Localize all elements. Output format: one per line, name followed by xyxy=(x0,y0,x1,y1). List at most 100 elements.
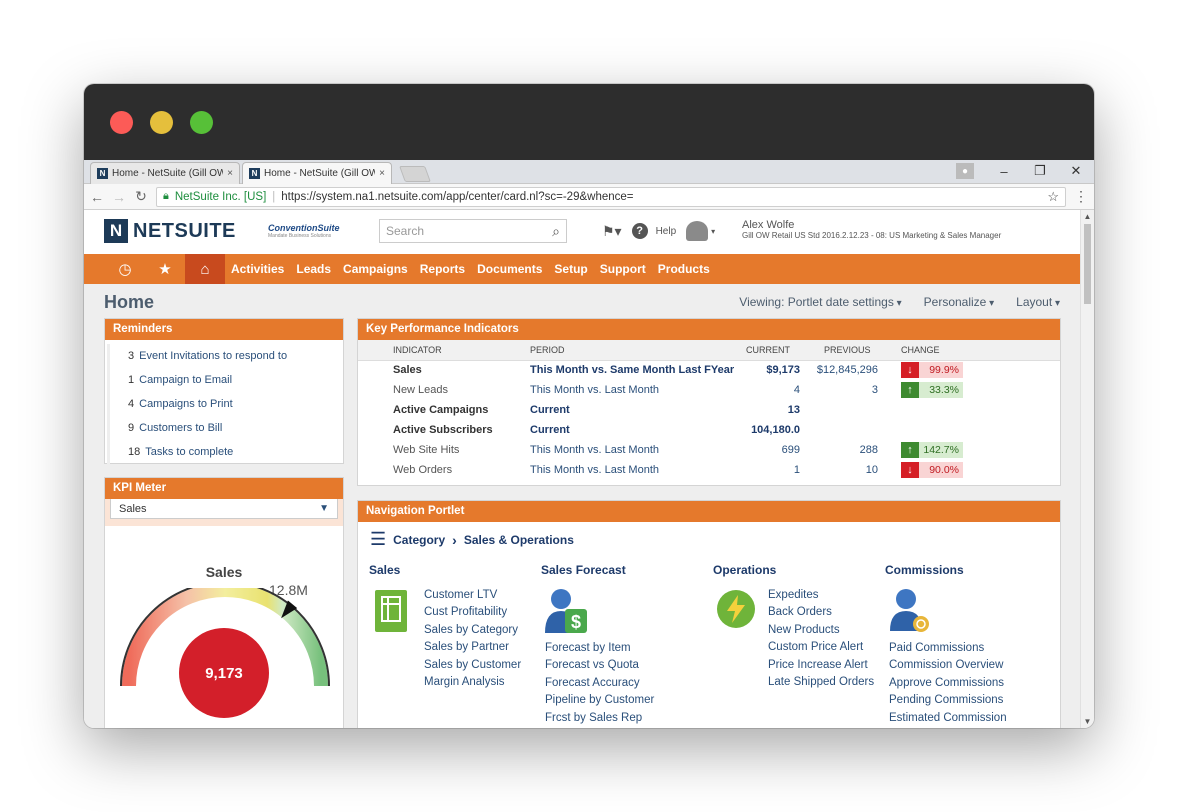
user-menu[interactable]: ▾ xyxy=(686,221,715,241)
nav-link[interactable]: Expedites xyxy=(768,587,874,604)
maximize-window-button[interactable] xyxy=(190,111,213,134)
reminders-list: 3 Event Invitations to respond to 1 Campai… xyxy=(105,340,343,464)
recent-records-icon[interactable]: ◷ xyxy=(105,254,145,284)
reminder-item[interactable]: 4 Campaigns to Print xyxy=(107,392,343,416)
kpi-period-link[interactable]: This Month vs. Same Month Last FYear xyxy=(530,360,746,380)
kpi-change-cell: ↓ 99.9% xyxy=(878,360,1060,380)
kpi-current-value[interactable]: 1 xyxy=(746,460,800,480)
nav-link[interactable]: Paid Commissions xyxy=(889,640,1007,657)
hamburger-menu-icon[interactable]: ☰ xyxy=(370,529,386,550)
netsuite-logo[interactable]: N NETSUITE xyxy=(104,219,236,243)
reminder-count: 18 xyxy=(128,446,141,458)
bookmark-star-icon[interactable]: ☆ xyxy=(1047,189,1059,205)
kpi-previous-value[interactable]: 10 xyxy=(800,460,878,480)
kpi-previous-value[interactable] xyxy=(800,400,878,420)
kpi-previous-value[interactable] xyxy=(800,420,878,440)
page-viewport: N NETSUITE ConventionSuite Mandate Busin… xyxy=(84,210,1094,728)
nav-link[interactable]: Sales by Partner xyxy=(424,639,521,656)
kpi-period-link[interactable]: This Month vs. Last Month xyxy=(530,380,746,400)
reminder-item[interactable]: 9 Customers to Bill xyxy=(107,416,343,440)
new-tab-button[interactable] xyxy=(399,166,431,182)
nav-tab-setup[interactable]: Setup xyxy=(548,262,593,276)
nav-tab-activities[interactable]: Activities xyxy=(225,262,290,276)
url-input[interactable]: 🔒︎ NetSuite Inc. [US] | https://system.n… xyxy=(156,186,1066,207)
security-label: NetSuite Inc. [US] xyxy=(174,190,267,203)
reminder-item[interactable]: 3 Event Invitations to respond to xyxy=(107,344,343,368)
minimize-icon[interactable]: – xyxy=(986,164,1022,179)
nav-link[interactable]: Customer LTV xyxy=(424,587,521,604)
nav-link[interactable]: Price Increase Alert xyxy=(768,657,874,674)
nav-tab-products[interactable]: Products xyxy=(652,262,716,276)
search-icon[interactable]: ⌕ xyxy=(552,223,560,240)
nav-link[interactable]: Approve Commissions xyxy=(889,675,1007,692)
breadcrumb-category[interactable]: Category xyxy=(393,533,445,547)
scroll-down-icon[interactable]: ▼ xyxy=(1081,717,1094,726)
close-icon[interactable]: ✕ xyxy=(1058,163,1094,179)
kpi-current-value[interactable]: 699 xyxy=(746,440,800,460)
nav-tab-leads[interactable]: Leads xyxy=(290,262,337,276)
nav-link[interactable]: Pending Commissions xyxy=(889,692,1007,709)
kpi-meter-select[interactable]: Sales ▼ xyxy=(110,499,338,519)
favorites-star-icon[interactable]: ★ xyxy=(145,254,185,284)
kpi-period-link[interactable]: Current xyxy=(530,420,746,440)
reload-icon[interactable]: ↻ xyxy=(134,188,148,205)
scrollbar-thumb[interactable] xyxy=(1084,224,1091,304)
nav-link[interactable]: Forecast Accuracy xyxy=(545,675,654,692)
nav-link[interactable]: Pipeline by Customer xyxy=(545,692,654,709)
reminder-item[interactable]: 18 Tasks to complete xyxy=(107,440,343,464)
browser-tab-active[interactable]: N Home - NetSuite (Gill OW × xyxy=(242,162,392,184)
nav-link[interactable]: Estimated Commission xyxy=(889,710,1007,727)
profile-icon[interactable]: ● xyxy=(956,163,974,179)
page-scrollbar[interactable]: ▲ ▼ xyxy=(1080,210,1094,728)
reminder-item[interactable]: 1 Campaign to Email xyxy=(107,368,343,392)
nav-link[interactable]: Forecast vs Quota xyxy=(545,657,654,674)
nav-link[interactable]: Margin Analysis xyxy=(424,674,521,691)
browser-tab[interactable]: N Home - NetSuite (Gill OW × xyxy=(90,162,240,184)
back-icon[interactable]: ← xyxy=(90,189,104,205)
home-icon[interactable]: ⌂ xyxy=(185,254,225,284)
layout-menu[interactable]: Layout xyxy=(1016,295,1060,309)
partner-tagline: Mandate Business Solutions xyxy=(268,233,332,239)
nav-link[interactable]: Cust Profitability xyxy=(424,604,521,621)
portlet-date-settings-menu[interactable]: Viewing: Portlet date settings xyxy=(739,295,901,309)
kpi-previous-value[interactable]: 3 xyxy=(800,380,878,400)
kpi-period-link[interactable]: Current xyxy=(530,400,746,420)
close-tab-icon[interactable]: × xyxy=(379,168,385,179)
nav-link[interactable]: Custom Price Alert xyxy=(768,639,874,656)
kpi-change-cell: ↓ 90.0% xyxy=(878,460,1060,480)
global-search-input[interactable]: Search ⌕ xyxy=(379,219,567,243)
nav-link[interactable]: Back Orders xyxy=(768,604,874,621)
personalize-menu[interactable]: Personalize xyxy=(924,295,995,309)
nav-link[interactable]: Sales by Category xyxy=(424,622,521,639)
nav-tab-campaigns[interactable]: Campaigns xyxy=(337,262,414,276)
nav-link[interactable]: Commission Overview xyxy=(889,657,1007,674)
close-window-button[interactable] xyxy=(110,111,133,134)
kpi-current-value[interactable]: $9,173 xyxy=(746,360,800,380)
restore-icon[interactable]: ❐ xyxy=(1022,163,1058,179)
nav-link[interactable]: Forecast by Item xyxy=(545,640,654,657)
arrow-up-icon: ↑ xyxy=(901,442,919,458)
nav-link[interactable]: New Products xyxy=(768,622,874,639)
minimize-window-button[interactable] xyxy=(150,111,173,134)
kpi-previous-value[interactable]: 288 xyxy=(800,440,878,460)
help-link[interactable]: ? Help xyxy=(631,223,676,239)
kpi-current-value[interactable]: 4 xyxy=(746,380,800,400)
kpi-current-value[interactable]: 13 xyxy=(746,400,800,420)
kpi-period-link[interactable]: This Month vs. Last Month xyxy=(530,460,746,480)
nav-link[interactable]: Sales by Customer xyxy=(424,657,521,674)
close-tab-icon[interactable]: × xyxy=(227,168,233,179)
forward-icon[interactable]: → xyxy=(112,189,126,205)
scroll-up-icon[interactable]: ▲ xyxy=(1081,212,1094,221)
browser-menu-icon[interactable]: ⋮ xyxy=(1074,188,1088,205)
nav-tab-reports[interactable]: Reports xyxy=(414,262,471,276)
reminder-count: 4 xyxy=(128,398,135,410)
kpi-current-value[interactable]: 104,180.0 xyxy=(746,420,800,440)
nav-link[interactable]: Frcst by Sales Rep xyxy=(545,710,654,727)
kpi-period-link[interactable]: This Month vs. Last Month xyxy=(530,440,746,460)
nav-link[interactable]: Late Shipped Orders xyxy=(768,674,874,691)
nav-tab-support[interactable]: Support xyxy=(594,262,652,276)
nav-tab-documents[interactable]: Documents xyxy=(471,262,548,276)
create-new-icon[interactable]: ⚑▾ xyxy=(602,223,622,240)
kpi-change-badge: ↓ 99.9% xyxy=(901,362,963,379)
kpi-previous-value[interactable]: $12,845,296 xyxy=(800,360,878,380)
